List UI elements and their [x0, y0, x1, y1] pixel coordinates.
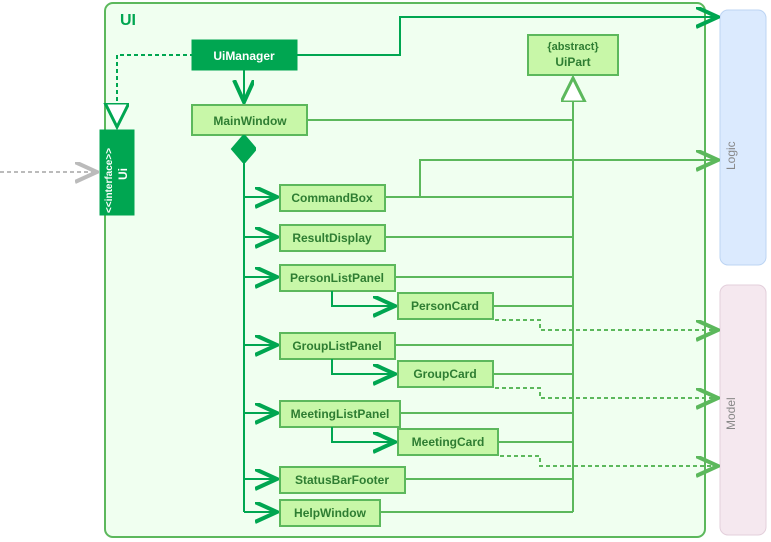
command-box-label: CommandBox [291, 191, 373, 205]
package-title: UI [120, 12, 136, 29]
interface-stereotype: <<interface>> [104, 148, 115, 213]
person-list-panel-label: PersonListPanel [290, 271, 384, 285]
meeting-list-panel-label: MeetingListPanel [291, 407, 390, 421]
model-label: Model [724, 397, 738, 430]
ui-manager-label: UiManager [213, 49, 275, 63]
person-card-label: PersonCard [411, 299, 479, 313]
group-list-panel-label: GroupListPanel [292, 339, 381, 353]
ui-package [105, 3, 705, 537]
result-display-label: ResultDisplay [292, 231, 372, 245]
group-card-label: GroupCard [413, 367, 476, 381]
help-window-label: HelpWindow [294, 506, 367, 520]
status-bar-footer-label: StatusBarFooter [295, 473, 389, 487]
main-window-label: MainWindow [213, 114, 287, 128]
logic-label: Logic [724, 141, 738, 170]
meeting-card-label: MeetingCard [412, 435, 485, 449]
ui-part-stereotype: {abstract} [547, 41, 599, 53]
logic-package [720, 10, 766, 265]
interface-name: Ui [116, 168, 130, 180]
uml-diagram: UI Logic Model <<interface>> Ui UiManage… [0, 0, 771, 542]
ui-part-name: UiPart [555, 55, 590, 69]
